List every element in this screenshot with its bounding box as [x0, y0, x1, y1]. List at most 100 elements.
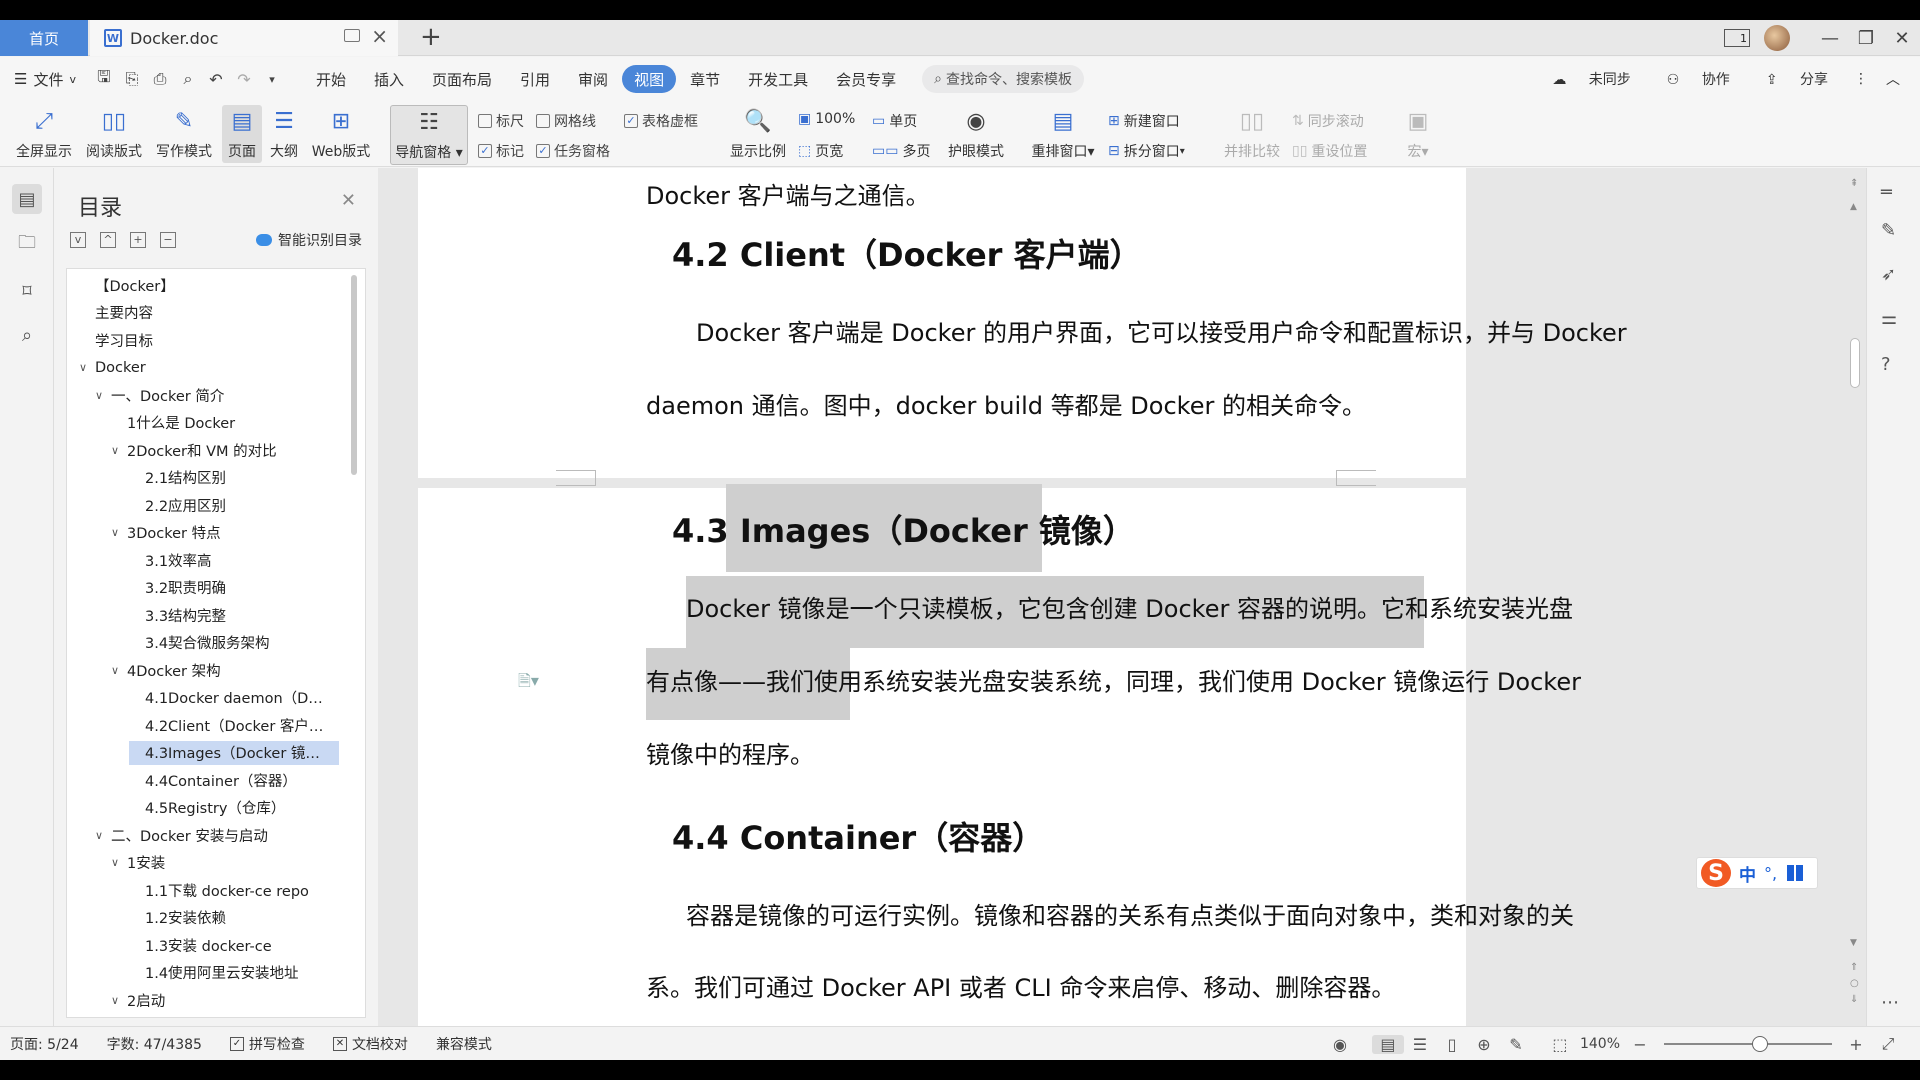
select-cursor-icon[interactable]: ➶	[1881, 264, 1896, 285]
doc-proof-button[interactable]: ✕ 文档校对	[332, 1034, 408, 1054]
eye-protect-icon[interactable]: ◉	[1324, 1035, 1356, 1054]
eye-protect-button[interactable]: ◉ 护眼模式	[942, 105, 1010, 161]
paste-options-icon[interactable]: 🗎▾	[518, 670, 539, 697]
menu-references[interactable]: 引用	[506, 65, 564, 93]
nav-pane-button[interactable]: ☷ 导航窗格 ▾	[390, 105, 468, 165]
zoom-out-button[interactable]: −	[1624, 1035, 1656, 1054]
page-width-button[interactable]: ⬚ 页宽	[798, 141, 843, 161]
bookmark-icon[interactable]: ⌑	[12, 276, 42, 306]
zoom-in-button[interactable]: +	[1840, 1035, 1872, 1054]
close-tab-icon[interactable]: ×	[371, 24, 388, 48]
zoom-slider[interactable]	[1664, 1036, 1832, 1052]
close-icon[interactable]: ✕	[341, 190, 356, 211]
toc-item[interactable]: 【Docker】	[79, 273, 175, 297]
edit-pen-icon[interactable]: ✎	[1881, 220, 1896, 241]
reading-view-icon[interactable]: ▯	[1436, 1035, 1468, 1054]
marks-checkbox[interactable]: ✓ 标记	[478, 141, 524, 161]
page-indicator[interactable]: 页面: 5/24	[10, 1034, 79, 1054]
redo-icon[interactable]: ↷	[232, 67, 256, 91]
multi-page-button[interactable]: ▭▭ 多页	[872, 141, 930, 161]
chevron-down-icon[interactable]: ∨	[111, 994, 127, 1007]
web-view-icon[interactable]: ⊕	[1468, 1035, 1500, 1054]
toc-item[interactable]: 主要内容	[79, 301, 153, 325]
toc-item[interactable]: 1.3安装 docker-ce	[129, 933, 272, 957]
scroll-top-icon[interactable]: ⇞	[1850, 178, 1858, 189]
collapse-icon[interactable]: ═	[1881, 182, 1892, 203]
search-icon[interactable]: ⌕	[12, 320, 42, 350]
page-view-icon[interactable]: ▤	[1371, 1034, 1404, 1054]
file-menu[interactable]: ☰ 文件 v	[0, 65, 90, 93]
toc-item[interactable]: 1.2安装依赖	[129, 906, 226, 930]
command-search[interactable]: ⌕ 查找命令、搜索模板	[922, 65, 1084, 93]
restore-icon[interactable]: ❐	[1848, 28, 1884, 49]
chevron-down-icon[interactable]: ∨	[79, 361, 95, 374]
scroll-up-icon[interactable]: ▲	[1850, 202, 1857, 212]
collab-button[interactable]: ⚇ 协作	[1649, 69, 1730, 89]
toc-item[interactable]: 3.1效率高	[129, 548, 212, 572]
outline-view-icon[interactable]: ☰	[1404, 1035, 1436, 1054]
print-preview-icon[interactable]: ⌕	[176, 67, 200, 91]
chevron-down-icon[interactable]: ∨	[111, 664, 127, 677]
chevron-down-icon[interactable]: ∨	[95, 829, 111, 842]
menu-start[interactable]: 开始	[302, 65, 360, 93]
page-view-button[interactable]: ▤ 页面	[222, 105, 262, 163]
tab-home[interactable]: 首页	[0, 20, 88, 56]
chevron-down-icon[interactable]: ∨	[111, 444, 127, 457]
outline-view-button[interactable]: ☰ 大纲	[264, 105, 304, 161]
ime-menu-icon[interactable]	[1787, 865, 1804, 881]
vertical-scrollbar[interactable]: ⇞ ▲ ▼ ⇑ ○ ⇓	[1846, 178, 1864, 1018]
toc-item[interactable]: 4.5Registry（仓库）	[129, 796, 285, 820]
chevron-down-icon[interactable]: ∨	[111, 856, 127, 869]
gridlines-checkbox[interactable]: 网格线	[536, 111, 596, 131]
print-icon[interactable]: ⎙	[148, 67, 172, 91]
minimize-icon[interactable]: —	[1812, 28, 1848, 49]
ime-punctuation[interactable]: °,	[1764, 864, 1777, 883]
scroll-thumb[interactable]	[1850, 338, 1860, 388]
collapse-all-icon[interactable]: ^	[100, 232, 116, 248]
menu-page-layout[interactable]: 页面布局	[418, 65, 506, 93]
select-browse-icon[interactable]: ○	[1850, 978, 1859, 989]
toc-item[interactable]: 4.2Client（Docker 客户…	[129, 713, 323, 737]
share-button[interactable]: ⇪ 分享	[1748, 69, 1828, 89]
toc-item[interactable]: ∨ 二、Docker 安装与启动	[95, 823, 268, 847]
sync-scroll-button[interactable]: ⇅ 同步滚动	[1292, 111, 1364, 131]
user-avatar[interactable]	[1764, 25, 1790, 51]
toc-item[interactable]: ∨ Docker	[79, 356, 146, 380]
settings-sliders-icon[interactable]: ⚌	[1881, 308, 1897, 329]
toc-item[interactable]: 2.1结构区别	[129, 466, 226, 490]
reset-position-button[interactable]: ▯▯ 重设位置	[1292, 141, 1367, 161]
toc-item[interactable]: 4.1Docker daemon（D…	[129, 686, 323, 710]
toc-item[interactable]: 学习目标	[79, 328, 153, 352]
writing-view-icon[interactable]: ✎	[1500, 1035, 1532, 1054]
toc-item[interactable]: 3.3结构完整	[129, 603, 226, 627]
add-heading-icon[interactable]: +	[130, 232, 146, 248]
task-pane-checkbox[interactable]: ✓ 任务窗格	[536, 141, 610, 161]
menu-chapter[interactable]: 章节	[676, 65, 734, 93]
chevron-down-icon[interactable]: ∨	[111, 526, 127, 539]
toc-panel-icon[interactable]: ▤	[12, 184, 42, 214]
ruler-checkbox[interactable]: 标尺	[478, 111, 524, 131]
toc-item[interactable]: 4.4Container（容器）	[129, 768, 297, 792]
save-icon[interactable]: 🖫	[92, 67, 116, 91]
chevron-down-icon[interactable]: ∨	[95, 389, 111, 402]
toc-item[interactable]: ∨ 3Docker 特点	[111, 521, 221, 545]
float-window-icon[interactable]	[344, 29, 360, 42]
single-page-button[interactable]: ▭ 单页	[872, 111, 917, 131]
toc-item[interactable]: 1什么是 Docker	[111, 411, 235, 435]
split-window-button[interactable]: ⊟ 拆分窗口 ▾	[1108, 141, 1185, 161]
more-icon[interactable]: ⋯	[1881, 992, 1899, 1013]
writing-mode-button[interactable]: ✎ 写作模式	[152, 105, 216, 161]
window-count-icon[interactable]: 1	[1724, 29, 1750, 47]
customize-toolbar-icon[interactable]: ▾	[260, 67, 284, 91]
scroll-down-icon[interactable]: ▼	[1850, 938, 1857, 948]
table-grid-checkbox[interactable]: ✓ 表格虚框	[624, 111, 698, 131]
new-window-button[interactable]: ⊞ 新建窗口	[1108, 111, 1180, 131]
toc-item[interactable]: 1.1下载 docker-ce repo	[129, 878, 309, 902]
zoom-ratio-button[interactable]: 🔍 显示比例	[724, 105, 792, 161]
prev-page-icon[interactable]: ⇑	[1850, 962, 1858, 973]
tab-document[interactable]: W Docker.doc ×	[90, 20, 398, 56]
new-tab-button[interactable]: +	[420, 22, 442, 52]
toc-item[interactable]: 4.3Images（Docker 镜…	[129, 740, 339, 765]
macro-button[interactable]: ▣ 宏▾	[1400, 105, 1436, 161]
undo-icon[interactable]: ↶	[204, 67, 228, 91]
